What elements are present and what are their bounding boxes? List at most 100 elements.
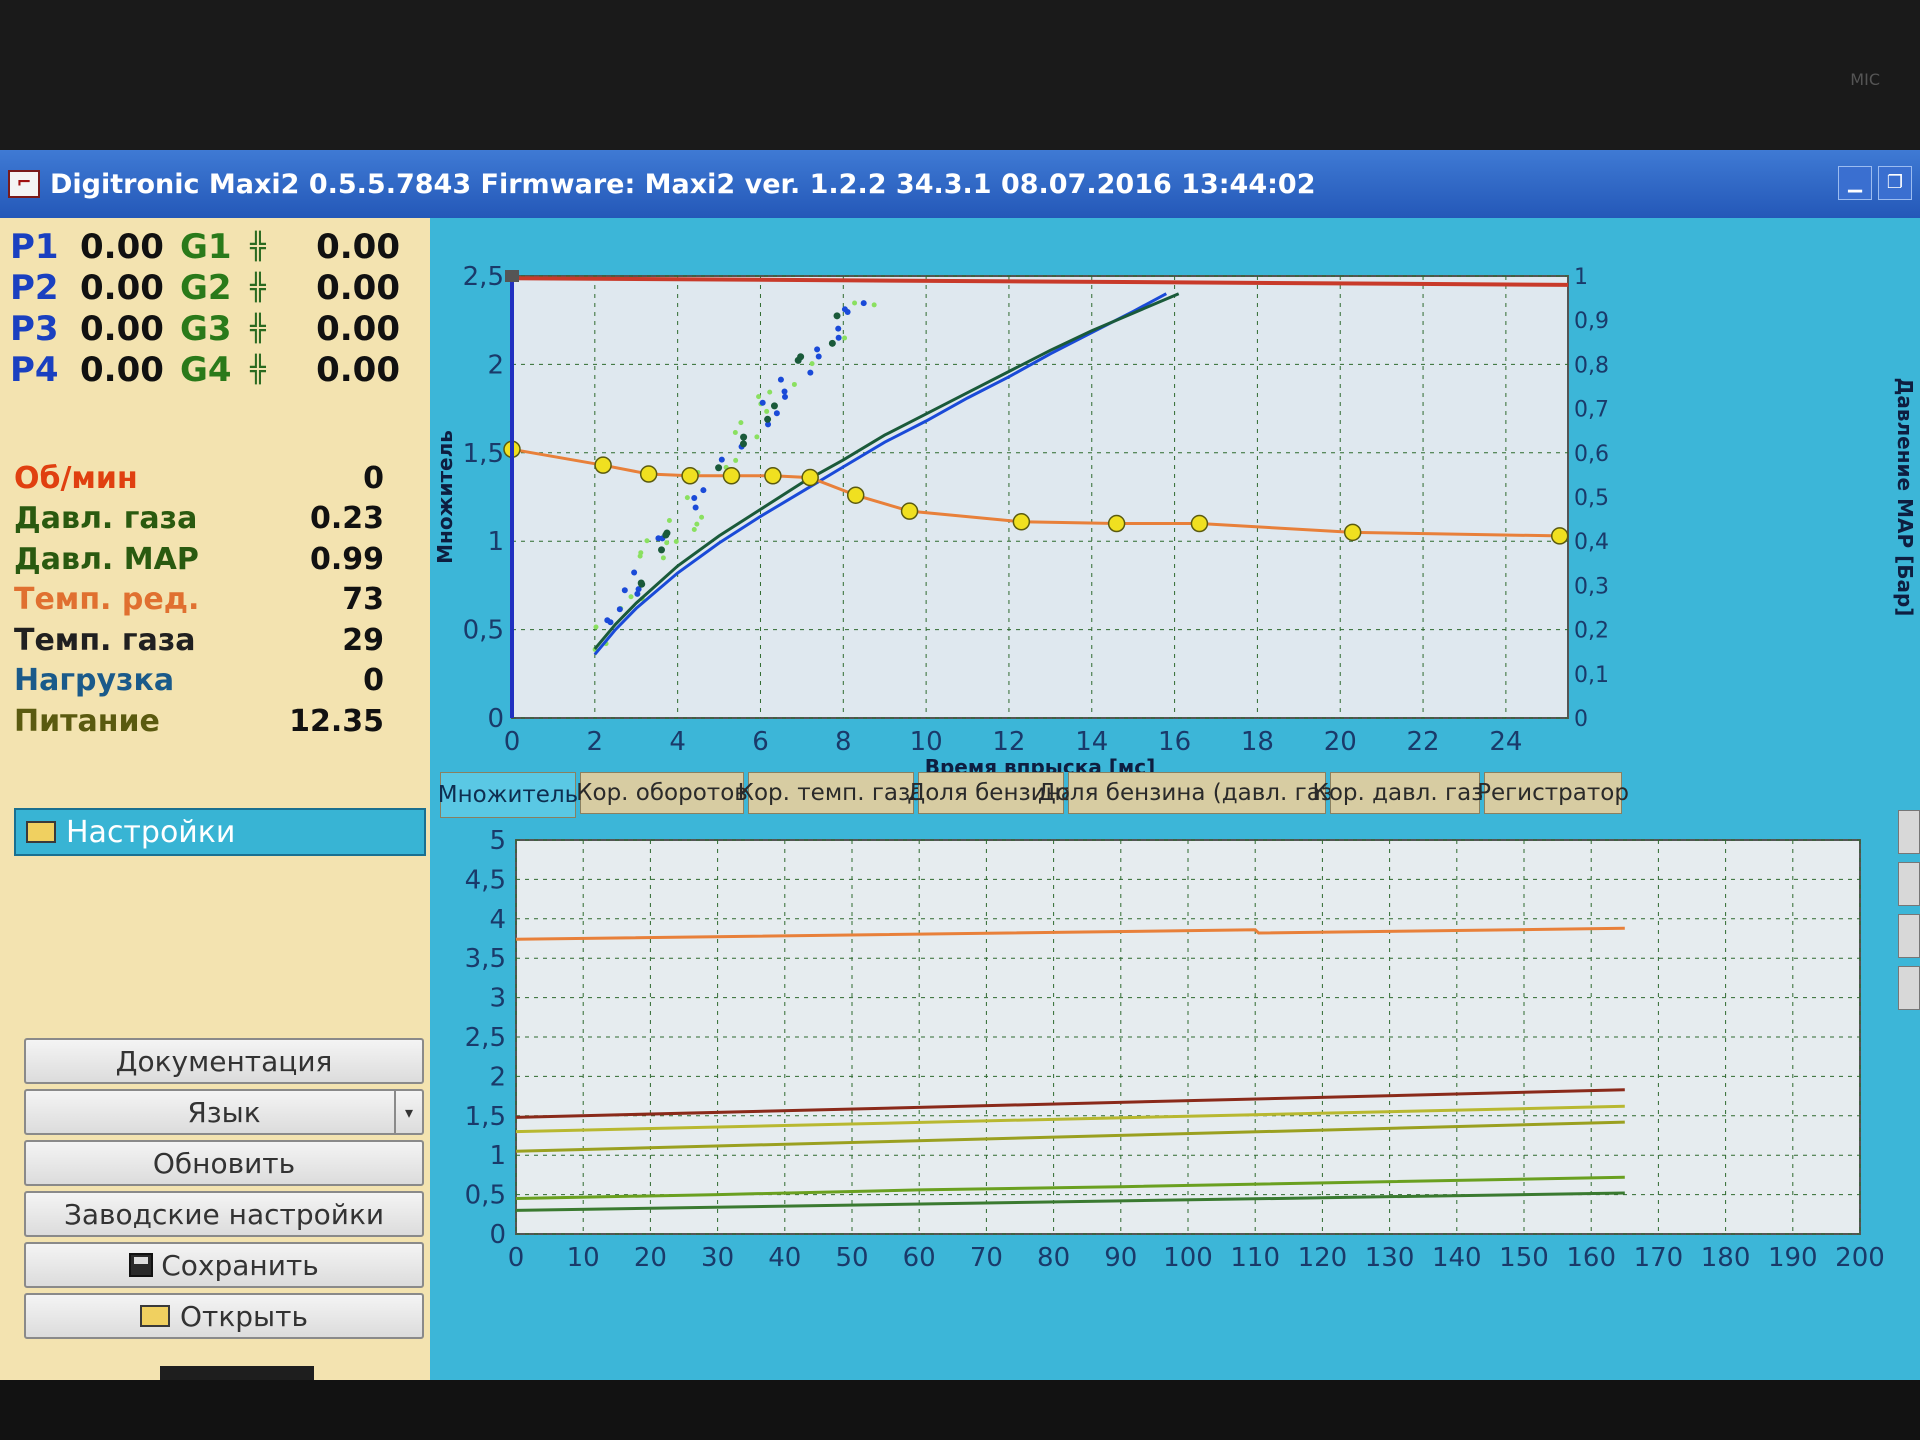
y-axis-label: Множитель xyxy=(433,430,457,564)
scatter-point-light xyxy=(756,394,762,400)
multiplier-point xyxy=(594,456,612,474)
tab-4[interactable]: Доля бензина (давл. газа) xyxy=(1038,772,1356,814)
param-label: Питание xyxy=(14,703,160,739)
scatter-point-light xyxy=(638,550,644,556)
x-tick-label: 160 xyxy=(1566,1243,1616,1273)
x-tick-label: 130 xyxy=(1365,1243,1415,1273)
multiplier-point xyxy=(1107,514,1126,533)
scatter-point-blue xyxy=(773,410,780,417)
multiplier-chart[interactable]: 0 2 4 6 8 10 12 14 16 18 20 22 2400,511,522,500,10,2… xyxy=(430,218,1920,772)
param-gas-temp: Темп. газа 29 xyxy=(14,620,384,661)
scatter-point-light xyxy=(699,514,705,520)
y-tick-label: 2 xyxy=(487,350,504,380)
x-tick-label: 16 xyxy=(1158,727,1191,757)
x-tick-label: 8 xyxy=(835,727,852,757)
documentation-button[interactable]: Документация xyxy=(24,1038,424,1084)
y-tick-label: 1 xyxy=(489,1141,506,1171)
x-axis-label: Время впрыска [мс] xyxy=(925,755,1156,772)
tab-1[interactable]: Кор. оборотов xyxy=(576,772,748,814)
scatter-point-light xyxy=(754,434,760,440)
y2-tick-label: 0,1 xyxy=(1574,663,1609,688)
scatter-point-light xyxy=(628,594,634,600)
y-tick-label: 4 xyxy=(489,905,506,935)
param-rpm: Об/мин 0 xyxy=(14,458,384,499)
scatter-point-light xyxy=(691,526,697,532)
p-sensor-label: P4 xyxy=(10,349,59,390)
y-tick-label: 4,5 xyxy=(465,865,506,895)
scatter-point-blue xyxy=(781,393,788,400)
multiplier-point xyxy=(1343,523,1362,542)
scatter-point-light xyxy=(593,624,599,630)
x-tick-label: 60 xyxy=(903,1243,936,1273)
p-sensor-value: 0.00 xyxy=(80,267,164,308)
param-gas-pressure: Давл. газа 0.23 xyxy=(14,499,384,540)
restore-button[interactable]: ❐ xyxy=(1878,166,1912,200)
x-tick-label: 80 xyxy=(1037,1243,1070,1273)
g-sensor-label: G2 xyxy=(180,267,232,308)
x-tick-label: 70 xyxy=(970,1243,1003,1273)
multiplier-point xyxy=(801,468,819,487)
y2-tick-label: 0,6 xyxy=(1574,442,1609,467)
x-tick-label: 22 xyxy=(1407,727,1440,757)
tab-5[interactable]: Кор. давл. газа xyxy=(1313,772,1498,814)
tab-6[interactable]: Регистратор xyxy=(1477,772,1629,814)
param-label: Нагрузка xyxy=(14,663,175,699)
app-icon: ⌐ xyxy=(8,170,40,198)
y2-tick-label: 0,5 xyxy=(1574,486,1609,511)
y-tick-label: 3,5 xyxy=(465,944,506,974)
multiplier-point xyxy=(1550,527,1569,545)
param-label: Темп. ред. xyxy=(14,582,200,618)
x-tick-label: 6 xyxy=(752,727,769,757)
param-label: Об/мин xyxy=(14,460,138,496)
scatter-point-dark xyxy=(828,339,836,347)
param-label: Давл. MAP xyxy=(14,541,199,577)
g-sensor-label: G3 xyxy=(180,308,232,349)
language-select[interactable]: Язык ▾ xyxy=(24,1089,424,1135)
x-tick-label: 140 xyxy=(1432,1243,1482,1273)
p-sensor-label: P3 xyxy=(10,308,59,349)
param-label: Темп. газа xyxy=(14,622,196,658)
x-tick-label: 100 xyxy=(1163,1243,1213,1273)
scatter-point-light xyxy=(767,389,773,395)
x-tick-label: 170 xyxy=(1634,1243,1684,1273)
scatter-point-dark xyxy=(658,546,666,554)
title-bar: ⌐ Digitronic Maxi2 0.5.5.7843 Firmware: … xyxy=(0,150,1920,218)
sensor-row: P3 0.00 G3 ╬ 0.00 xyxy=(10,308,420,349)
open-button[interactable]: Открыть xyxy=(24,1293,424,1339)
scatter-point-dark xyxy=(740,433,748,441)
recorder-chart[interactable]: 0 10 20 30 40 50 60 70 80 90 100 110 120 130 140 150 160… xyxy=(434,822,1894,1286)
y-tick-label: 0,5 xyxy=(465,1181,506,1211)
chevron-down-icon[interactable]: ▾ xyxy=(394,1091,422,1133)
toolbar-play-icon[interactable] xyxy=(1898,810,1920,854)
param-label: Давл. газа xyxy=(14,501,198,537)
tab-0[interactable]: Множитель xyxy=(438,772,578,818)
p-sensor-value: 0.00 xyxy=(80,349,164,390)
toolbar-stop-icon[interactable] xyxy=(1898,862,1920,906)
factory-settings-button[interactable]: Заводские настройки xyxy=(24,1191,424,1237)
side-toolbar xyxy=(1898,810,1920,1010)
chart-tabs: Множитель Кор. оборотов Кор. темп. газа Дол… xyxy=(438,772,1629,818)
scatter-point-light xyxy=(738,420,744,426)
tab-2[interactable]: Кор. темп. газа xyxy=(738,772,924,814)
y2-axis-label: Давление MAP [Бар] xyxy=(1893,378,1917,617)
action-buttons: Документация Язык ▾ Обновить Заводские н… xyxy=(24,1038,424,1344)
refresh-button[interactable]: Обновить xyxy=(24,1140,424,1186)
toolbar-save-icon[interactable] xyxy=(1898,966,1920,1010)
x-tick-label: 200 xyxy=(1835,1243,1885,1273)
x-tick-label: 180 xyxy=(1701,1243,1751,1273)
scatter-point-light xyxy=(684,495,690,501)
x-tick-label: 90 xyxy=(1104,1243,1137,1273)
injector-icon: ╬ xyxy=(250,354,266,385)
toolbar-folder-icon[interactable] xyxy=(1898,914,1920,958)
settings-label: Настройки xyxy=(66,814,236,850)
settings-button[interactable]: Настройки xyxy=(14,808,426,856)
save-button[interactable]: Сохранить xyxy=(24,1242,424,1288)
window-title: Digitronic Maxi2 0.5.5.7843 Firmware: Ma… xyxy=(50,168,1316,200)
y-tick-label: 2,5 xyxy=(463,262,504,292)
x-tick-label: 30 xyxy=(701,1243,734,1273)
scatter-point-dark xyxy=(638,580,646,588)
y2-tick-label: 0 xyxy=(1574,707,1588,732)
param-value: 29 xyxy=(342,622,384,658)
minimize-button[interactable]: ▁ xyxy=(1838,166,1872,200)
g-sensor-value: 0.00 xyxy=(316,349,400,390)
